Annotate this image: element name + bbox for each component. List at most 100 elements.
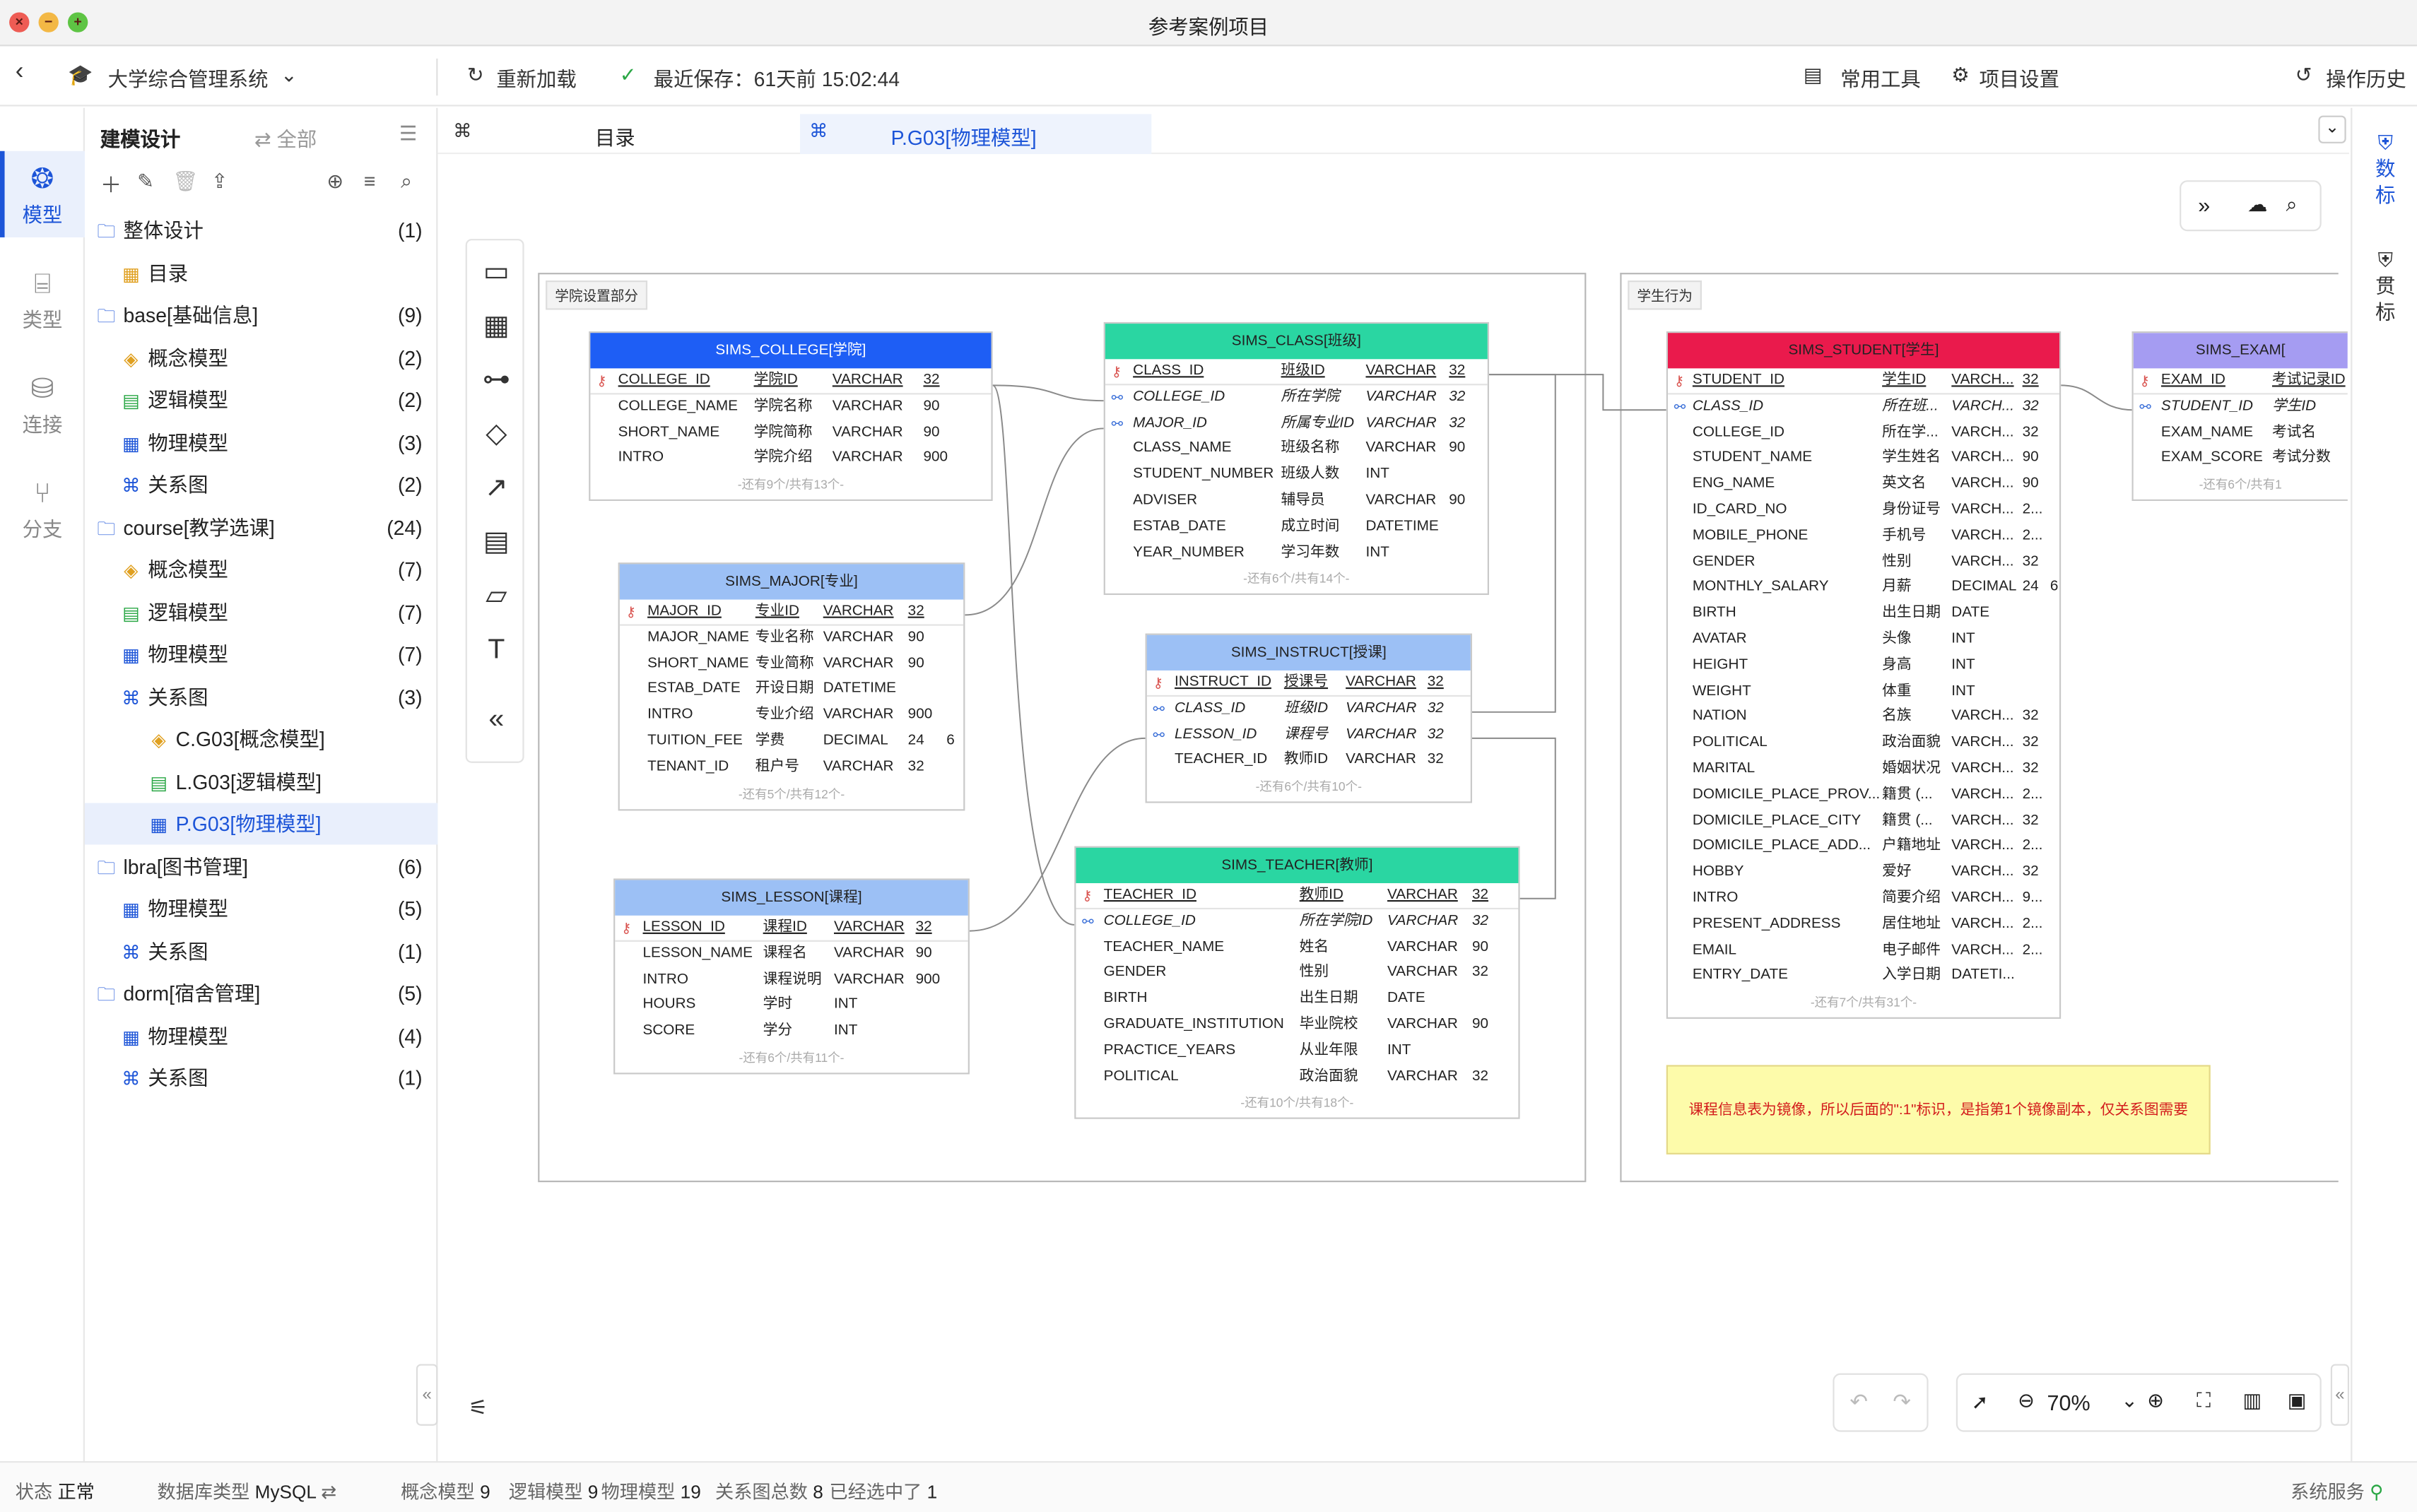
- entity-table[interactable]: SIMS_EXAM[⚷ EXAM_ID 考试记录ID ⚯ STUDENT_ID 学生ID E…: [2131, 331, 2348, 502]
- collapse-icon[interactable]: «: [467, 703, 526, 736]
- table-row[interactable]: ⚯ CLASS_ID 所在班... VARCH... 32: [1668, 394, 2059, 420]
- tree-item[interactable]: ⌘ 关系图 (2): [85, 464, 437, 506]
- tree-item[interactable]: ▤ L.G03[逻辑模型]: [85, 761, 437, 803]
- tree-item[interactable]: 🗀 整体设计 (1): [85, 210, 437, 252]
- table-row[interactable]: STUDENT_NUMBER 班级人数 INT: [1105, 463, 1488, 489]
- table-row[interactable]: NATION 名族 VARCH... 32: [1668, 705, 2059, 731]
- project-settings-button[interactable]: 项目设置: [1980, 63, 2059, 92]
- sliders-icon[interactable]: ☰: [399, 122, 417, 146]
- table-row[interactable]: EMAIL 电子邮件 VARCH... 2...: [1668, 938, 2059, 964]
- more-fields[interactable]: -还有6个/共有11个-: [615, 1045, 968, 1073]
- table-row[interactable]: LESSON_NAME 课程名 VARCHAR 90: [615, 941, 968, 967]
- table-row[interactable]: SHORT_NAME 学院简称 VARCHAR 90: [590, 420, 991, 447]
- tree-item[interactable]: ◈ C.G03[概念模型]: [85, 719, 437, 760]
- table-row[interactable]: SHORT_NAME 专业简称 VARCHAR 90: [620, 651, 963, 678]
- toolbox-icon[interactable]: ▤: [1804, 63, 1823, 88]
- history-button[interactable]: 操作历史: [2326, 63, 2406, 92]
- tree-item[interactable]: ▦ 物理模型 (3): [85, 422, 437, 463]
- table-grid-icon[interactable]: ▦: [467, 309, 526, 342]
- zoom-out-icon[interactable]: ⊖: [2018, 1388, 2035, 1413]
- undo-icon[interactable]: ↶: [1849, 1388, 1868, 1414]
- search-icon[interactable]: ⌕: [401, 170, 412, 194]
- table-row[interactable]: ⚯ STUDENT_ID 学生ID: [2134, 394, 2348, 420]
- table-row[interactable]: HOBBY 爱好 VARCH... 32: [1668, 861, 2059, 887]
- table-row[interactable]: PRACTICE_YEARS 从业年限 INT: [1076, 1039, 1518, 1065]
- rail-model[interactable]: ❂ 模型: [0, 150, 85, 237]
- table-row[interactable]: GENDER 性别 VARCH... 32: [1668, 550, 2059, 576]
- tree-item[interactable]: 🗀 base[基础信息] (9): [85, 295, 437, 336]
- tree-item[interactable]: 🗀 course[教学选课] (24): [85, 507, 437, 548]
- status-db[interactable]: 数据库类型 MySQL ⇄: [157, 1478, 336, 1504]
- table-row[interactable]: ⚯ COLLEGE_ID 所在学院ID VARCHAR 32: [1076, 909, 1518, 935]
- table-row[interactable]: TEACHER_ID 教师ID VARCHAR 32: [1147, 748, 1471, 774]
- entity-table[interactable]: SIMS_TEACHER[教师] ⚷ TEACHER_ID 教师ID VARCHAR 32…: [1074, 846, 1520, 1120]
- more-fields[interactable]: -还有5个/共有12个-: [620, 781, 963, 808]
- table-row[interactable]: MOBILE_PHONE 手机号 VARCH... 2...: [1668, 524, 2059, 550]
- table-row[interactable]: INTRO 学院介绍 VARCHAR 900: [590, 446, 991, 472]
- table-row[interactable]: MAJOR_NAME 专业名称 VARCHAR 90: [620, 625, 963, 651]
- table-row[interactable]: ⚯ CLASS_ID 班级ID VARCHAR 32: [1147, 697, 1471, 723]
- common-tools-button[interactable]: 常用工具: [1840, 63, 1920, 92]
- table-row[interactable]: BIRTH 出生日期 DATE: [1076, 987, 1518, 1013]
- history-icon[interactable]: ↺: [2295, 63, 2312, 88]
- table-row[interactable]: ⚷ TEACHER_ID 教师ID VARCHAR 32: [1076, 883, 1519, 909]
- more-fields[interactable]: -还有6个/共有14个-: [1105, 566, 1488, 593]
- table-row[interactable]: ⚯ MAJOR_ID 所属专业ID VARCHAR 32: [1105, 411, 1488, 437]
- table-row[interactable]: GRADUATE_INSTITUTION 毕业院校 VARCHAR 90: [1076, 1012, 1518, 1039]
- more-fields[interactable]: -还有6个/共有10个-: [1147, 774, 1471, 801]
- tab-menu-chevron-icon[interactable]: ⌄: [2318, 115, 2346, 143]
- back-icon[interactable]: ‹: [16, 59, 24, 86]
- table-row[interactable]: DOMICILE_PLACE_PROV... 籍贯 (... VARCH... 2..…: [1668, 783, 2059, 809]
- table-row[interactable]: ⚷ COLLEGE_ID 学院ID VARCHAR 32: [590, 368, 992, 395]
- settings-sliders-icon[interactable]: ⚟: [469, 1395, 488, 1421]
- system-service[interactable]: 系统服务 ⚲: [2290, 1478, 2383, 1504]
- tree-item[interactable]: 🗀 lbra[图书管理] (6): [85, 846, 437, 887]
- table-row[interactable]: PRESENT_ADDRESS 居住地址 VARCH... 2...: [1668, 912, 2059, 938]
- table-row[interactable]: HEIGHT 身高 INT: [1668, 653, 2059, 679]
- entity-table[interactable]: SIMS_MAJOR[专业] ⚷ MAJOR_ID 专业ID VARCHAR 32 MAJO…: [618, 562, 965, 810]
- tree-item[interactable]: ▦ 物理模型 (7): [85, 634, 437, 675]
- table-row[interactable]: ⚷ MAJOR_ID 专业ID VARCHAR 32: [619, 600, 964, 626]
- entity-table[interactable]: SIMS_INSTRUCT[授课] ⚷ INSTRUCT_ID 授课号 VARCHAR 3…: [1145, 633, 1472, 803]
- sort-icon[interactable]: ≡: [364, 170, 376, 193]
- table-row[interactable]: ⚷ CLASS_ID 班级ID VARCHAR 32: [1105, 359, 1488, 385]
- chevron-down-icon[interactable]: ⌄: [281, 63, 298, 88]
- table-row[interactable]: YEAR_NUMBER 学习年数 INT: [1105, 541, 1488, 567]
- table-row[interactable]: POLITICAL 政治面貌 VARCHAR 32: [1076, 1064, 1518, 1090]
- table-row[interactable]: ESTAB_DATE 开设日期 DATETIME: [620, 678, 963, 704]
- table-row[interactable]: MONTHLY_SALARY 月薪 DECIMAL 24 6: [1668, 575, 2059, 601]
- gear-icon[interactable]: ⚙: [1951, 63, 1969, 88]
- reload-button[interactable]: 重新加载: [496, 63, 576, 92]
- table-row[interactable]: COLLEGE_ID 所在学... VARCH... 32: [1668, 420, 2059, 447]
- more-fields[interactable]: -还有6个/共有1: [2134, 472, 2348, 500]
- delete-icon[interactable]: 🗑: [172, 170, 198, 194]
- tree-item[interactable]: ▦ P.G03[物理模型]: [84, 803, 438, 845]
- more-fields[interactable]: -还有10个/共有18个-: [1076, 1090, 1518, 1118]
- tree-item[interactable]: 🗀 dorm[宿舍管理] (5): [85, 972, 437, 1014]
- more-fields[interactable]: -还有9个/共有13个-: [590, 472, 991, 500]
- entity-table[interactable]: SIMS_LESSON[课程] ⚷ LESSON_ID 课程ID VARCHAR 32 LE…: [613, 878, 970, 1075]
- double-chevron-right-icon[interactable]: »: [2198, 193, 2210, 218]
- tree-item[interactable]: ▦ 物理模型 (4): [85, 1015, 437, 1056]
- search-icon[interactable]: ⌕: [2286, 193, 2298, 218]
- map-icon[interactable]: ▥: [2243, 1388, 2262, 1413]
- collapse-right-icon[interactable]: «: [2330, 1364, 2350, 1426]
- table-row[interactable]: INTRO 专业介绍 VARCHAR 900: [620, 703, 963, 729]
- collapse-left-icon[interactable]: «: [416, 1364, 438, 1426]
- tree-item[interactable]: ▦ 物理模型 (5): [85, 888, 437, 930]
- add-icon[interactable]: ＋: [100, 170, 122, 201]
- fullscreen-icon[interactable]: ▣: [2288, 1388, 2307, 1413]
- tree-item[interactable]: ▦ 目录: [85, 252, 437, 294]
- sticky-note[interactable]: 课程信息表为镜像，所以后面的":1"标识，是指第1个镜像副本，仅关系图需要: [1666, 1065, 2211, 1154]
- edit-icon[interactable]: ✎: [137, 170, 154, 194]
- standard-apply-tab[interactable]: ⛨ 贯标: [2352, 247, 2417, 325]
- table-row[interactable]: INTRO 简要介绍 VARCH... 9...: [1668, 886, 2059, 912]
- zoom-in-icon[interactable]: ⊕: [2147, 1388, 2164, 1413]
- table-row[interactable]: COLLEGE_NAME 学院名称 VARCHAR 90: [590, 394, 991, 420]
- table-row[interactable]: HOURS 学时 INT: [615, 993, 968, 1020]
- table-row[interactable]: TEACHER_NAME 姓名 VARCHAR 90: [1076, 935, 1518, 961]
- table-row[interactable]: WEIGHT 体重 INT: [1668, 679, 2059, 705]
- table-row[interactable]: ENTRY_DATE 入学日期 DATETI...: [1668, 964, 2059, 990]
- table-row[interactable]: CLASS_NAME 班级名称 VARCHAR 90: [1105, 437, 1488, 463]
- rail-connection[interactable]: ⛁ 连接: [0, 373, 85, 438]
